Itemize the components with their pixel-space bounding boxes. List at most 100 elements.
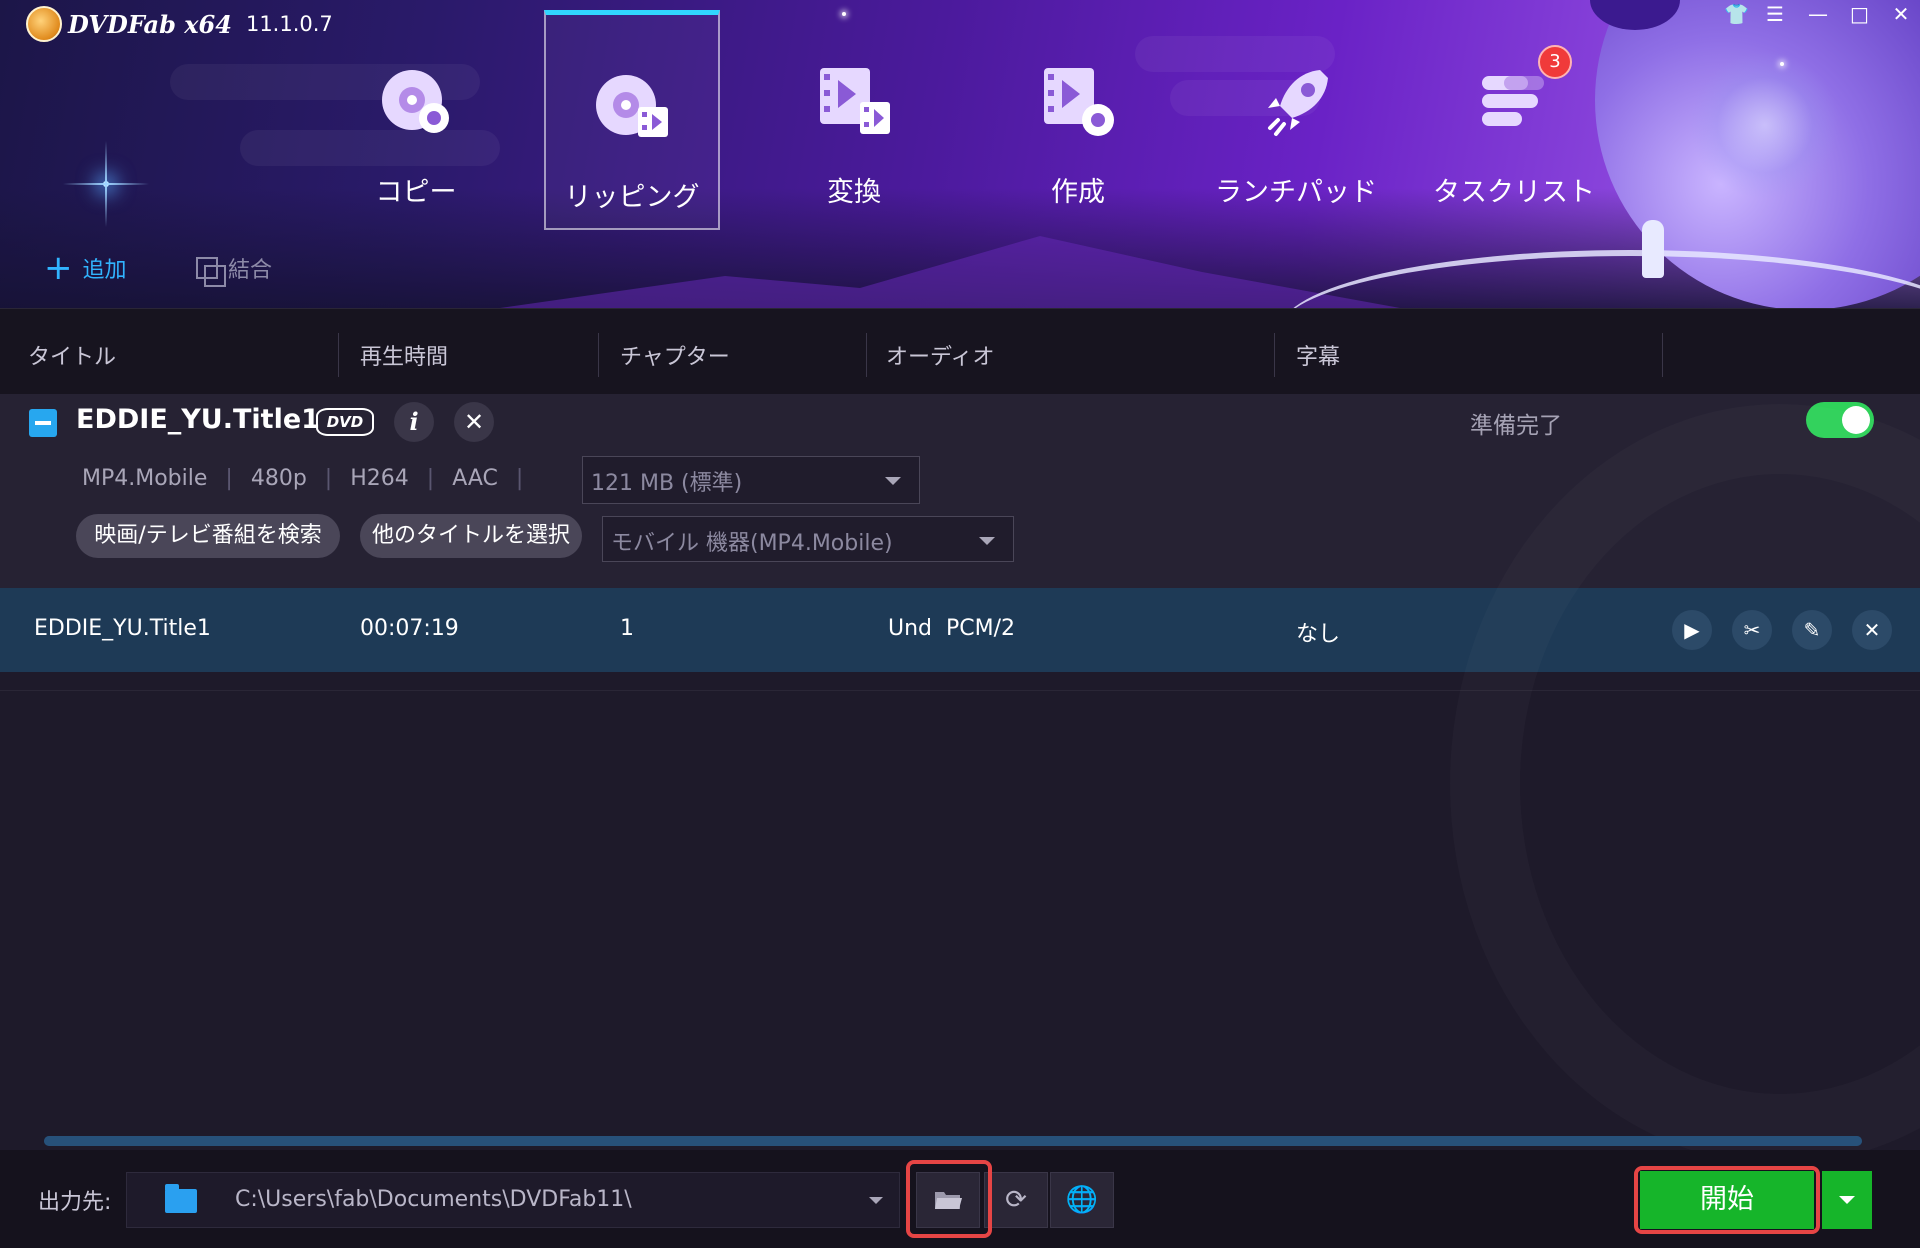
edit-icon[interactable]: ✎ — [1792, 610, 1832, 650]
close-icon[interactable]: ✕ — [1892, 2, 1910, 26]
web-button[interactable]: 🌐 — [1050, 1172, 1114, 1228]
header-banner: DVDFab x64 11.1.0.7 👕 ☰ — □ ✕ コピー リッピング — [0, 0, 1920, 308]
remove-source-button[interactable]: ✕ — [454, 402, 494, 442]
spec-resolution: 480p — [250, 466, 307, 491]
folder-icon — [165, 1184, 197, 1213]
decor-figure — [1642, 220, 1664, 278]
skin-icon[interactable]: 👕 — [1724, 2, 1749, 26]
table-row[interactable]: EDDIE_YU.Title1 00:07:19 1 Und PCM/2 なし … — [0, 588, 1920, 672]
app-name: DVDFab x64 — [68, 9, 232, 39]
spec-separator: | — [515, 466, 524, 491]
info-button[interactable]: i — [394, 402, 434, 442]
progress-track — [44, 1136, 1862, 1146]
nav-label: タスクリスト — [1433, 177, 1595, 208]
row-duration: 00:07:19 — [360, 616, 459, 641]
plus-icon: + — [44, 248, 73, 288]
output-path: C:\Users\fab\Documents\DVDFab11\ — [235, 1187, 632, 1212]
dvd-logo-icon: DVD — [316, 408, 374, 436]
row-divider — [0, 690, 1920, 691]
column-chapter: チャプター — [620, 345, 730, 370]
title-panel: EDDIE_YU.Title1 DVD i ✕ 準備完了 MP4.Mobile … — [0, 394, 1920, 588]
column-divider — [598, 333, 599, 377]
column-subtitle: 字幕 — [1296, 345, 1341, 370]
decor-glow-orb — [1690, 50, 1840, 200]
nav-creator[interactable]: 作成 — [990, 10, 1166, 230]
profile-value: モバイル 機器(MP4.Mobile) — [611, 531, 893, 556]
row-chapters: 1 — [620, 616, 634, 641]
profile-select[interactable]: モバイル 機器(MP4.Mobile) — [602, 516, 1014, 562]
output-size-value: 121 MB (標準) — [591, 471, 743, 496]
merge-label: 結合 — [228, 258, 273, 283]
column-divider — [1274, 333, 1275, 377]
chevron-down-icon — [869, 1197, 883, 1204]
add-button[interactable]: + 追加 — [44, 248, 127, 288]
spec-separator: | — [426, 466, 435, 491]
trim-icon[interactable]: ✂ — [1732, 610, 1772, 650]
app-version: 11.1.0.7 — [245, 12, 333, 36]
chevron-down-icon — [885, 477, 901, 485]
decor-star — [1780, 62, 1784, 66]
footer-bar: 出力先: C:\Users\fab\Documents\DVDFab11\ ⟳ … — [0, 1150, 1920, 1248]
status-text: 準備完了 — [1470, 413, 1562, 439]
column-divider — [866, 333, 867, 377]
output-size-select[interactable]: 121 MB (標準) — [582, 456, 920, 504]
launchpad-rocket-icon — [1268, 70, 1328, 136]
output-specs: MP4.Mobile | 480p | H264 | AAC | — [82, 466, 541, 491]
chevron-down-icon — [979, 537, 995, 545]
app-logo: DVDFab x64 11.1.0.7 — [26, 6, 333, 42]
highlight-box — [906, 1160, 992, 1238]
globe-icon: 🌐 — [1065, 1185, 1099, 1215]
menu-icon[interactable]: ☰ — [1766, 2, 1784, 26]
spec-video-codec: H264 — [350, 466, 409, 491]
nav-label: 作成 — [1051, 177, 1105, 208]
column-divider — [1662, 333, 1663, 377]
nav-converter[interactable]: 変換 — [766, 10, 942, 230]
window-controls: 👕 ☰ — □ ✕ — [1724, 2, 1910, 26]
row-title: EDDIE_YU.Title1 — [34, 616, 211, 641]
nav-launchpad[interactable]: ランチパッド — [1208, 10, 1384, 230]
play-icon[interactable]: ▶ — [1672, 610, 1712, 650]
ripper-disc-icon — [596, 75, 668, 137]
copy-disc-icon — [382, 70, 449, 133]
nav-ripper[interactable]: リッピング — [544, 10, 720, 230]
spec-separator: | — [324, 466, 333, 491]
add-label: 追加 — [82, 258, 127, 283]
nav-label: リッピング — [564, 182, 700, 213]
source-title: EDDIE_YU.Title1 — [76, 404, 320, 435]
creator-film-icon — [1044, 68, 1114, 136]
delete-row-icon[interactable]: ✕ — [1852, 610, 1892, 650]
highlight-box — [1634, 1166, 1820, 1234]
spec-audio-codec: AAC — [452, 466, 498, 491]
nav-copy[interactable]: コピー — [328, 10, 504, 230]
other-title-button[interactable]: 他のタイトルを選択 — [360, 514, 582, 558]
nav-label: 変換 — [827, 177, 881, 208]
maximize-icon[interactable]: □ — [1850, 2, 1869, 26]
decor-star — [103, 141, 109, 227]
merge-button[interactable]: 結合 — [196, 252, 273, 287]
title-list: EDDIE_YU.Title1 DVD i ✕ 準備完了 MP4.Mobile … — [0, 394, 1920, 1150]
refresh-button[interactable]: ⟳ — [984, 1172, 1048, 1228]
task-count-badge: 3 — [1538, 45, 1572, 79]
row-audio: Und PCM/2 — [888, 616, 1016, 641]
row-subtitle: なし — [1296, 622, 1341, 647]
merge-icon — [196, 257, 226, 287]
nav-label: コピー — [375, 177, 457, 208]
search-movie-button[interactable]: 映画/テレビ番組を検索 — [76, 514, 340, 558]
column-divider — [338, 333, 339, 377]
progress-fill — [44, 1136, 1862, 1146]
enable-toggle[interactable] — [1806, 402, 1874, 438]
minimize-icon[interactable]: — — [1808, 2, 1828, 26]
start-options-button[interactable] — [1822, 1171, 1872, 1229]
dvdfab-mascot-icon — [26, 6, 62, 42]
decor-mountain — [500, 236, 1400, 308]
output-label: 出力先: — [38, 1190, 112, 1215]
column-audio: オーディオ — [886, 345, 995, 370]
refresh-icon: ⟳ — [1005, 1185, 1027, 1215]
spec-separator: | — [225, 466, 233, 491]
nav-task-list[interactable]: タスクリスト — [1426, 10, 1602, 230]
collapse-toggle[interactable] — [29, 409, 57, 437]
output-path-select[interactable]: C:\Users\fab\Documents\DVDFab11\ — [126, 1172, 900, 1228]
converter-film-icon — [820, 68, 890, 134]
column-header: タイトル 再生時間 チャプター オーディオ 字幕 — [0, 308, 1920, 394]
column-title: タイトル — [28, 345, 117, 370]
